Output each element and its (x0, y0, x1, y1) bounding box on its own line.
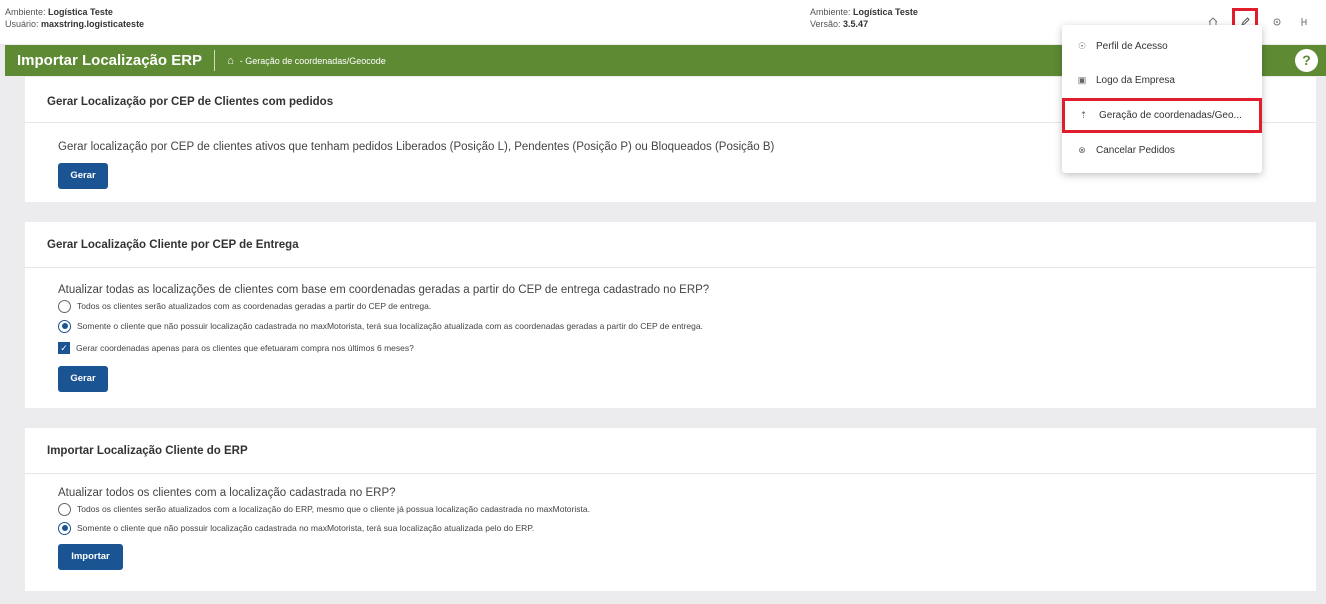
upload-icon: ⇡ (1079, 110, 1088, 120)
breadcrumb[interactable]: - Geração de coordenadas/Geocode (240, 56, 386, 66)
section-cep-entrega: Gerar Localização Cliente por CEP de Ent… (25, 222, 1316, 408)
cancel-icon: ⊗ (1078, 144, 1086, 155)
section-title: Importar Localização Cliente do ERP (25, 428, 1316, 474)
menu-item-geracao-coordenadas[interactable]: ⇡ Geração de coordenadas/Geo... (1062, 98, 1262, 133)
user-icon: ☉ (1077, 40, 1087, 51)
radio-label: Somente o cliente que não possuir locali… (77, 321, 703, 331)
importar-button[interactable]: Importar (58, 544, 123, 570)
menu-item-label: Geração de coordenadas/Geo... (1099, 110, 1242, 121)
radio-option-todos[interactable]: Todos os clientes serão atualizados com … (58, 501, 1316, 517)
env-value: Logística Teste (48, 7, 113, 17)
version-label: Versão: (810, 19, 841, 29)
home-icon[interactable]: ⌂ (227, 55, 234, 67)
section-importar-erp: Importar Localização Cliente do ERP Atua… (25, 428, 1316, 591)
radio-label: Somente o cliente que não possuir locali… (77, 523, 535, 533)
radio-button-selected[interactable] (58, 521, 71, 535)
gerar-button[interactable]: Gerar (58, 366, 108, 392)
radio-button[interactable] (58, 299, 71, 313)
section-question: Atualizar todas as localizações de clien… (58, 284, 710, 296)
help-button[interactable]: ? (1295, 49, 1318, 72)
env2-value: Logística Teste (853, 7, 918, 17)
settings-dropdown-menu: ☉ Perfil de Acesso ▣ Logo da Empresa ⇡ G… (1062, 25, 1262, 173)
menu-item-label: Perfil de Acesso (1096, 40, 1168, 52)
checkbox-ultimos-6-meses[interactable]: ✓ Gerar coordenadas apenas para os clien… (58, 340, 1316, 356)
menu-item-label: Cancelar Pedidos (1096, 144, 1175, 156)
radio-button-selected[interactable] (58, 319, 71, 333)
checkbox-label: Gerar coordenadas apenas para os cliente… (76, 343, 414, 353)
page-title: Importar Localização ERP (5, 50, 216, 71)
radio-option-somente[interactable]: Somente o cliente que não possuir locali… (58, 318, 1316, 334)
gerar-button[interactable]: Gerar (58, 163, 108, 189)
version-info: Ambiente: Logística Teste Versão: 3.5.47 (810, 6, 918, 30)
checkmark-icon[interactable]: ✓ (58, 342, 70, 354)
section-title: Gerar Localização Cliente por CEP de Ent… (25, 222, 1316, 268)
gear-icon[interactable] (1268, 13, 1286, 31)
menu-item-label: Logo da Empresa (1096, 74, 1175, 86)
section-question: Atualizar todos os clientes com a locali… (58, 487, 396, 499)
user-network-icon[interactable] (1296, 13, 1314, 31)
env2-label: Ambiente: (810, 7, 851, 17)
radio-option-somente[interactable]: Somente o cliente que não possuir locali… (58, 520, 1316, 536)
env-label: Ambiente: (5, 7, 46, 17)
radio-label: Todos os clientes serão atualizados com … (77, 301, 432, 311)
radio-label: Todos os clientes serão atualizados com … (77, 504, 590, 514)
user-value: maxstring.logisticateste (41, 19, 145, 29)
version-value: 3.5.47 (843, 19, 869, 29)
menu-item-logo-empresa[interactable]: ▣ Logo da Empresa (1062, 63, 1262, 97)
menu-item-cancelar-pedidos[interactable]: ⊗ Cancelar Pedidos (1062, 133, 1262, 167)
user-label: Usuário: (5, 19, 39, 29)
radio-button[interactable] (58, 502, 71, 516)
image-icon: ▣ (1077, 74, 1087, 85)
menu-item-perfil-acesso[interactable]: ☉ Perfil de Acesso (1062, 29, 1262, 63)
environment-info: Ambiente: Logística Teste Usuário: maxst… (5, 6, 144, 30)
radio-option-todos[interactable]: Todos os clientes serão atualizados com … (58, 298, 1316, 314)
